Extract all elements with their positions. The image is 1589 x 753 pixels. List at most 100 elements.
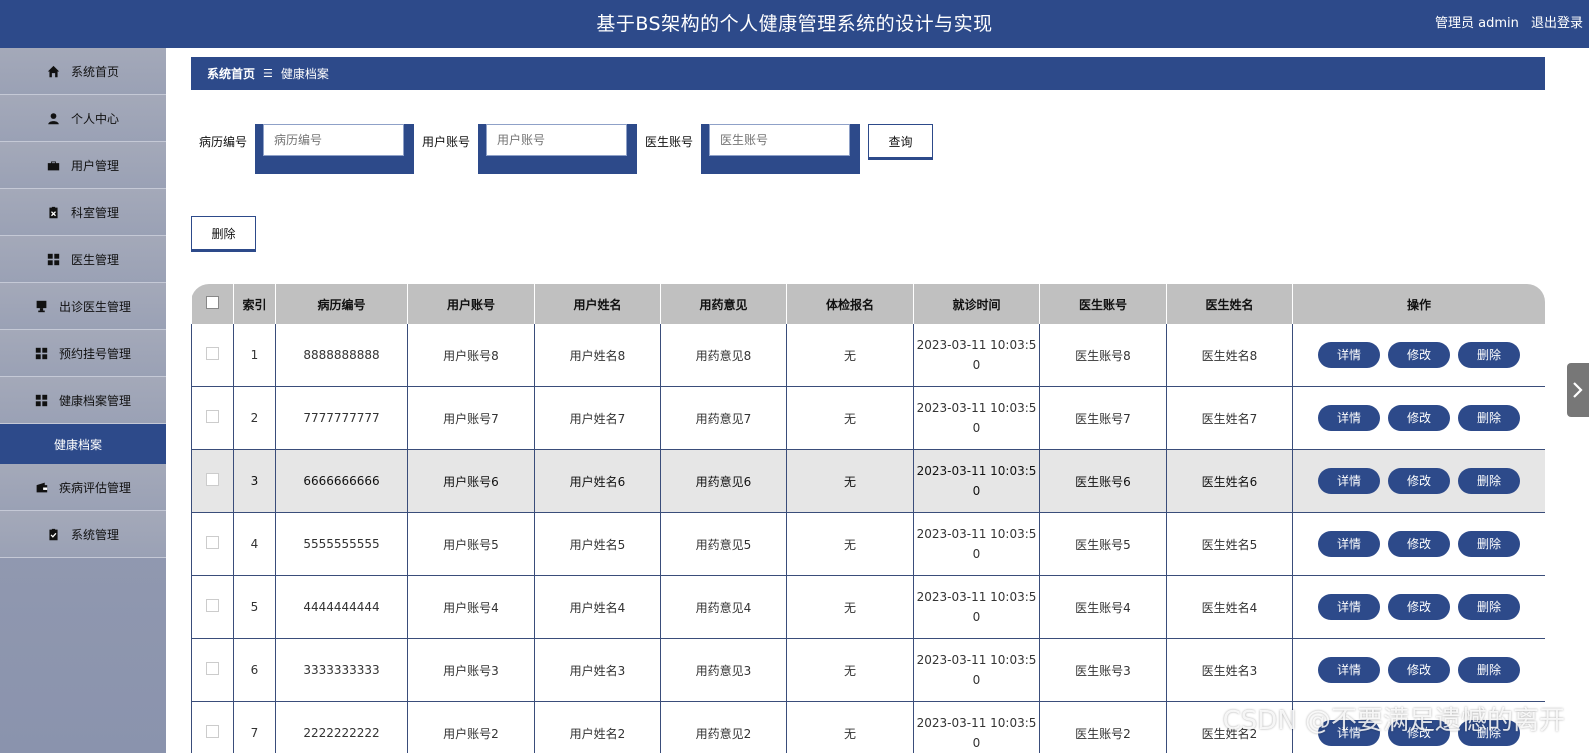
cell-exam-registration: 无	[786, 386, 914, 450]
breadcrumb-separator-icon: ☰	[263, 67, 273, 80]
cell-exam-registration: 无	[786, 575, 914, 639]
row-checkbox[interactable]	[191, 324, 234, 387]
table-row[interactable]: 5 4444444444 用户账号4 用户姓名4 用药意见4 无 2023-03-11 10…	[191, 575, 1545, 639]
cell-user-name: 用户姓名8	[534, 324, 661, 387]
detail-button[interactable]: 详情	[1318, 405, 1380, 431]
cell-medication-advice: 用药意见2	[660, 701, 787, 753]
table-row[interactable]: 2 7777777777 用户账号7 用户姓名7 用药意见7 无 2023-03-11 10…	[191, 386, 1545, 450]
chevron-right-icon	[1573, 382, 1583, 398]
cell-visit-time: 2023-03-11 10:03:5 0	[913, 512, 1040, 576]
row-checkbox[interactable]	[191, 575, 234, 639]
sidebar-item-appointments[interactable]: 预约挂号管理	[0, 330, 166, 377]
edit-button[interactable]: 修改	[1388, 594, 1450, 620]
sidebar-item-visiting-doctors[interactable]: 出诊医生管理	[0, 283, 166, 330]
search-box-record	[255, 124, 414, 174]
breadcrumb-home[interactable]: 系统首页	[207, 65, 255, 82]
row-checkbox[interactable]	[191, 449, 234, 513]
visit-time-line2: 0	[972, 673, 981, 687]
cell-doctor-name: 医生姓名6	[1166, 449, 1293, 513]
cell-user-account: 用户账号4	[407, 575, 535, 639]
sidebar: 系统首页 个人中心 用户管理 科室管理 医生管理 出诊医生管理 预约挂号管理 健…	[0, 48, 166, 753]
search-label-user-account: 用户账号	[422, 135, 471, 149]
delete-button[interactable]: 删除	[1458, 594, 1520, 620]
cell-user-name: 用户姓名7	[534, 386, 661, 450]
cell-user-name: 用户姓名5	[534, 512, 661, 576]
grid-icon	[35, 346, 49, 360]
cell-exam-registration: 无	[786, 701, 914, 753]
delete-button[interactable]: 删除	[1458, 342, 1520, 368]
table-row[interactable]: 1 8888888888 用户账号8 用户姓名8 用药意见8 无 2023-03-11 10…	[191, 324, 1545, 387]
sidebar-subitem-health-record[interactable]: 健康档案	[0, 424, 166, 464]
table-row[interactable]: 3 6666666666 用户账号6 用户姓名6 用药意见6 无 2023-03-11 10…	[191, 449, 1545, 513]
delete-button[interactable]: 删除	[1458, 468, 1520, 494]
cell-doctor-account: 医生账号2	[1039, 701, 1167, 753]
detail-button[interactable]: 详情	[1318, 657, 1380, 683]
table-row[interactable]: 6 3333333333 用户账号3 用户姓名3 用药意见3 无 2023-03-11 10…	[191, 638, 1545, 702]
detail-button[interactable]: 详情	[1318, 342, 1380, 368]
row-checkbox[interactable]	[191, 512, 234, 576]
visit-time-line2: 0	[972, 547, 981, 561]
sidebar-item-system[interactable]: 系统管理	[0, 511, 166, 558]
user-account-input[interactable]	[486, 124, 627, 156]
user-area: 管理员 admin 退出登录	[1427, 0, 1583, 48]
clipboard-icon	[47, 205, 61, 219]
records-table-wrap: 索引 病历编号 用户账号 用户姓名 用药意见 体检报名 就诊时间 医生账号 医生…	[191, 284, 1545, 753]
search-label-record: 病历编号	[199, 135, 248, 149]
detail-button[interactable]: 详情	[1318, 468, 1380, 494]
sidebar-item-home[interactable]: 系统首页	[0, 48, 166, 95]
visit-time-line2: 0	[972, 736, 981, 750]
column-header: 用药意见	[660, 284, 787, 324]
cell-index: 7	[233, 701, 276, 753]
column-header: 索引	[233, 284, 276, 324]
detail-button[interactable]: 详情	[1318, 531, 1380, 557]
search-label-doctor-account: 医生账号	[645, 135, 694, 149]
cell-medication-advice: 用药意见6	[660, 449, 787, 513]
cell-user-account: 用户账号5	[407, 512, 535, 576]
edit-button[interactable]: 修改	[1388, 468, 1450, 494]
bulk-delete-button[interactable]: 删除	[191, 216, 256, 250]
visit-time-line1: 2023-03-11 10:03:5	[916, 590, 1037, 604]
row-checkbox[interactable]	[191, 386, 234, 450]
sidebar-item-users[interactable]: 用户管理	[0, 142, 166, 189]
cell-doctor-account: 医生账号8	[1039, 324, 1167, 387]
edit-button[interactable]: 修改	[1388, 657, 1450, 683]
app-title: 基于BS架构的个人健康管理系统的设计与实现	[596, 13, 993, 35]
sidebar-item-health-records[interactable]: 健康档案管理	[0, 377, 166, 424]
cell-record-number: 6666666666	[275, 449, 408, 513]
query-button[interactable]: 查询	[868, 124, 933, 158]
cell-doctor-account: 医生账号5	[1039, 512, 1167, 576]
cell-user-name: 用户姓名2	[534, 701, 661, 753]
select-all-checkbox[interactable]	[191, 284, 234, 324]
edit-button[interactable]: 修改	[1388, 342, 1450, 368]
table-row[interactable]: 4 5555555555 用户账号5 用户姓名5 用药意见5 无 2023-03-11 10…	[191, 512, 1545, 576]
doctor-account-input[interactable]	[709, 124, 850, 156]
cell-actions: 详情 修改 删除	[1292, 449, 1545, 513]
cell-visit-time: 2023-03-11 10:03:5 0	[913, 386, 1040, 450]
sidebar-item-profile[interactable]: 个人中心	[0, 95, 166, 142]
cell-user-name: 用户姓名6	[534, 449, 661, 513]
row-checkbox[interactable]	[191, 638, 234, 702]
logout-link[interactable]: 退出登录	[1531, 16, 1583, 31]
cell-user-name: 用户姓名3	[534, 638, 661, 702]
cell-user-account: 用户账号7	[407, 386, 535, 450]
delete-button[interactable]: 删除	[1458, 531, 1520, 557]
detail-button[interactable]: 详情	[1318, 594, 1380, 620]
monitor-icon	[35, 299, 49, 313]
search-box-user-account	[478, 124, 637, 174]
visit-time-line1: 2023-03-11 10:03:5	[916, 338, 1037, 352]
edit-button[interactable]: 修改	[1388, 405, 1450, 431]
cell-visit-time: 2023-03-11 10:03:5 0	[913, 575, 1040, 639]
delete-button[interactable]: 删除	[1458, 405, 1520, 431]
record-number-input[interactable]	[263, 124, 404, 156]
delete-button[interactable]: 删除	[1458, 657, 1520, 683]
sidebar-item-doctors[interactable]: 医生管理	[0, 236, 166, 283]
edit-button[interactable]: 修改	[1388, 531, 1450, 557]
cell-index: 1	[233, 324, 276, 387]
sidebar-item-disease-assessment[interactable]: 疾病评估管理	[0, 464, 166, 511]
row-checkbox[interactable]	[191, 701, 234, 753]
cell-doctor-name: 医生姓名7	[1166, 386, 1293, 450]
sidebar-item-label: 科室管理	[70, 205, 119, 220]
sidebar-item-departments[interactable]: 科室管理	[0, 189, 166, 236]
sidebar-item-label: 系统首页	[70, 64, 119, 79]
side-expand-tab[interactable]	[1567, 363, 1589, 417]
